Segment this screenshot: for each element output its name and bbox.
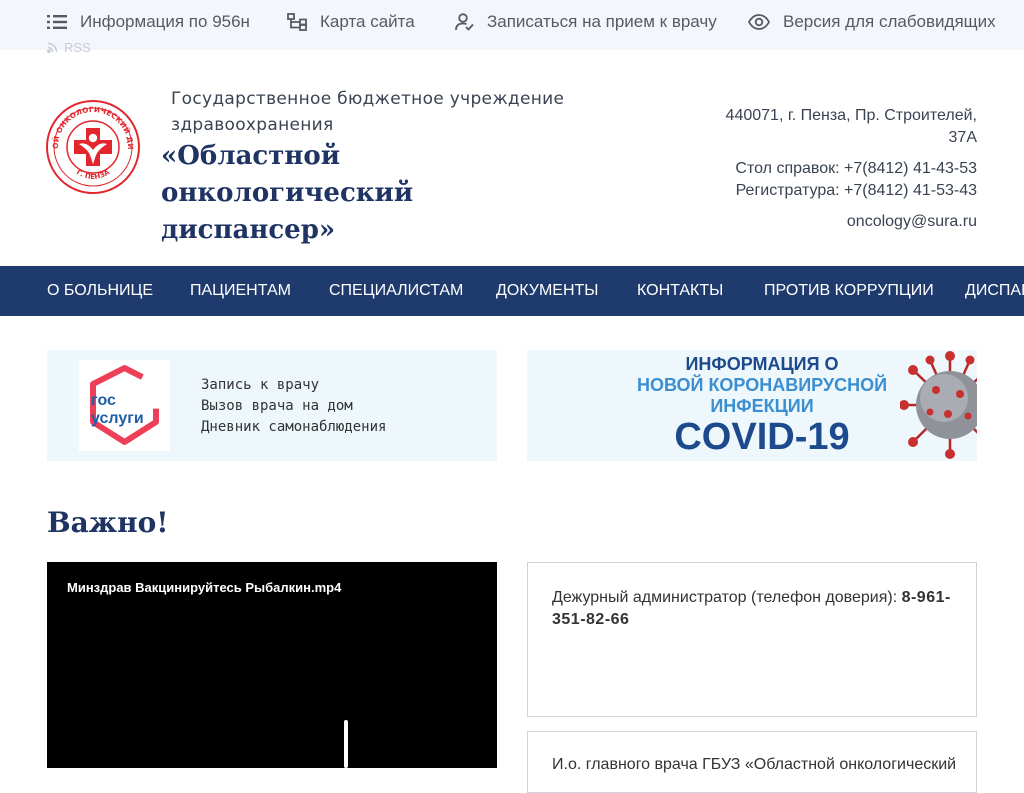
nav-item-contacts[interactable]: КОНТАКТЫ: [637, 266, 723, 316]
accessibility-label: Версия для слабовидящих: [783, 12, 996, 31]
gosuslugi-logo-line1: гос: [91, 392, 116, 409]
nav-item-documents[interactable]: ДОКУМЕНТЫ: [496, 266, 598, 316]
address-line1: 440071, г. Пенза, Пр. Строителей,: [725, 107, 977, 124]
appointment-label: Записаться на прием к врачу: [487, 12, 717, 31]
rss-label: RSS: [64, 40, 91, 55]
top-utility-bar: Информация по 956н Карта сайта Записатьс…: [0, 0, 1024, 55]
accessibility-link[interactable]: Версия для слабовидящих: [748, 12, 996, 32]
nav-item-specialists[interactable]: СПЕЦИАЛИСТАМ: [329, 266, 463, 316]
address-line2: 37А: [948, 129, 977, 146]
org-name-line1: «Областной онкологический: [161, 141, 414, 208]
sitemap-icon: [287, 13, 307, 31]
video-title: Минздрав Вакцинируйтесь Рыбалкин.mp4: [67, 580, 342, 595]
help-desk-phone[interactable]: Стол справок: +7(8412) 41-43-53: [677, 158, 977, 180]
hotline-card: Дежурный администратор (телефон доверия)…: [527, 562, 977, 717]
eye-icon: [748, 14, 770, 30]
user-check-icon: [455, 13, 474, 31]
list-icon: [47, 15, 67, 29]
gosuslugi-logo-line2: услуги: [91, 410, 144, 427]
chief-doctor-text: И.о. главного врача ГБУЗ «Областной онко…: [552, 756, 957, 773]
nav-item-patients[interactable]: ПАЦИЕНТАМ: [190, 266, 291, 316]
rss-link[interactable]: RSS: [47, 40, 91, 55]
loading-spinner-icon: [344, 720, 348, 768]
coronavirus-icon: [900, 351, 977, 459]
gosuslugi-hexagon-icon: гос услуги: [90, 365, 159, 445]
org-type-line1: Государственное бюджетное учреждение: [171, 89, 565, 109]
hotline-label: Дежурный администратор (телефон доверия)…: [552, 589, 902, 606]
gosuslugi-links: Запись к врачу Вызов врача на дом Дневни…: [201, 375, 386, 438]
info-956n-label: Информация по 956н: [80, 12, 250, 31]
gosuslugi-logo: гос услуги: [79, 360, 170, 451]
email-link[interactable]: oncology@sura.ru: [677, 211, 977, 233]
registry-phone[interactable]: Регистратура: +7(8412) 41-53-43: [677, 180, 977, 202]
organization-name: «Областной онкологический диспансер»: [161, 138, 601, 249]
nav-item-about[interactable]: О БОЛЬНИЦЕ: [47, 266, 153, 316]
nav-item-dispensarization[interactable]: ДИСПАНСЕРИЗАЦИЯ: [965, 266, 1024, 316]
organization-type: Государственное бюджетное учреждение здр…: [171, 86, 564, 138]
contact-block: 440071, г. Пенза, Пр. Строителей, 37А Ст…: [677, 105, 977, 233]
nav-item-anticorruption[interactable]: ПРОТИВ КОРРУПЦИИ: [764, 266, 934, 316]
org-name-line2: диспансер»: [161, 215, 336, 245]
dispensary-logo[interactable]: ОБЛАСТНОЙ ОНКОЛОГИЧЕСКИЙ ДИСПАНСЕР Г. ПЕ…: [46, 100, 140, 194]
chief-doctor-card: И.о. главного врача ГБУЗ «Областной онко…: [527, 731, 977, 793]
rss-icon: [47, 42, 58, 53]
gosuslugi-banner[interactable]: гос услуги Запись к врачу Вызов врача на…: [47, 350, 497, 461]
important-heading: Важно!: [47, 506, 169, 539]
gosuslugi-link-diary[interactable]: Дневник самонаблюдения: [201, 417, 386, 438]
sitemap-label: Карта сайта: [320, 12, 415, 31]
gosuslugi-link-home-visit[interactable]: Вызов врача на дом: [201, 396, 386, 417]
covid-banner[interactable]: ИНФОРМАЦИЯ О НОВОЙ КОРОНАВИРУСНОЙ ИНФЕКЦ…: [527, 350, 977, 461]
hotline-text: Дежурный администратор (телефон доверия)…: [552, 587, 962, 631]
address: 440071, г. Пенза, Пр. Строителей, 37А: [677, 105, 977, 149]
info-956n-link[interactable]: Информация по 956н: [47, 12, 250, 32]
appointment-link[interactable]: Записаться на прием к врачу: [455, 12, 717, 32]
video-player[interactable]: Минздрав Вакцинируйтесь Рыбалкин.mp4: [47, 562, 497, 768]
main-navigation: О БОЛЬНИЦЕ ПАЦИЕНТАМ СПЕЦИАЛИСТАМ ДОКУМЕ…: [0, 266, 1024, 316]
org-type-line2: здравоохранения: [171, 115, 334, 135]
gosuslugi-link-appointment[interactable]: Запись к врачу: [201, 375, 386, 396]
sitemap-link[interactable]: Карта сайта: [287, 12, 415, 32]
